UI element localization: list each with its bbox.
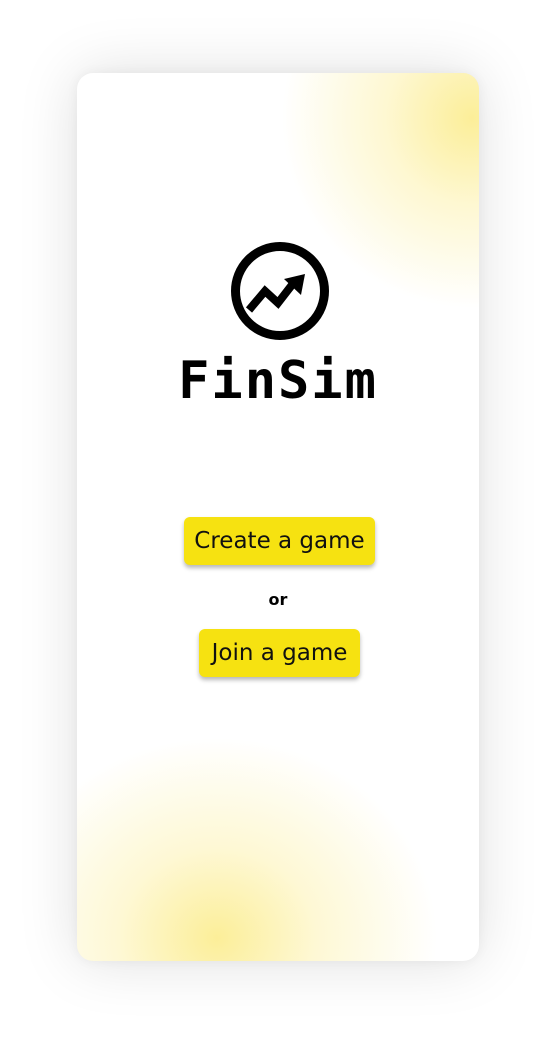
create-game-button[interactable]: Create a game bbox=[184, 517, 375, 565]
landing-card: FinSim Create a game or Join a game bbox=[77, 73, 479, 961]
join-game-button[interactable]: Join a game bbox=[199, 629, 360, 677]
trending-up-circle-icon bbox=[231, 242, 329, 340]
page-background: FinSim Create a game or Join a game bbox=[0, 0, 556, 1043]
or-separator: or bbox=[268, 590, 288, 609]
app-logo-text: FinSim bbox=[178, 351, 378, 411]
